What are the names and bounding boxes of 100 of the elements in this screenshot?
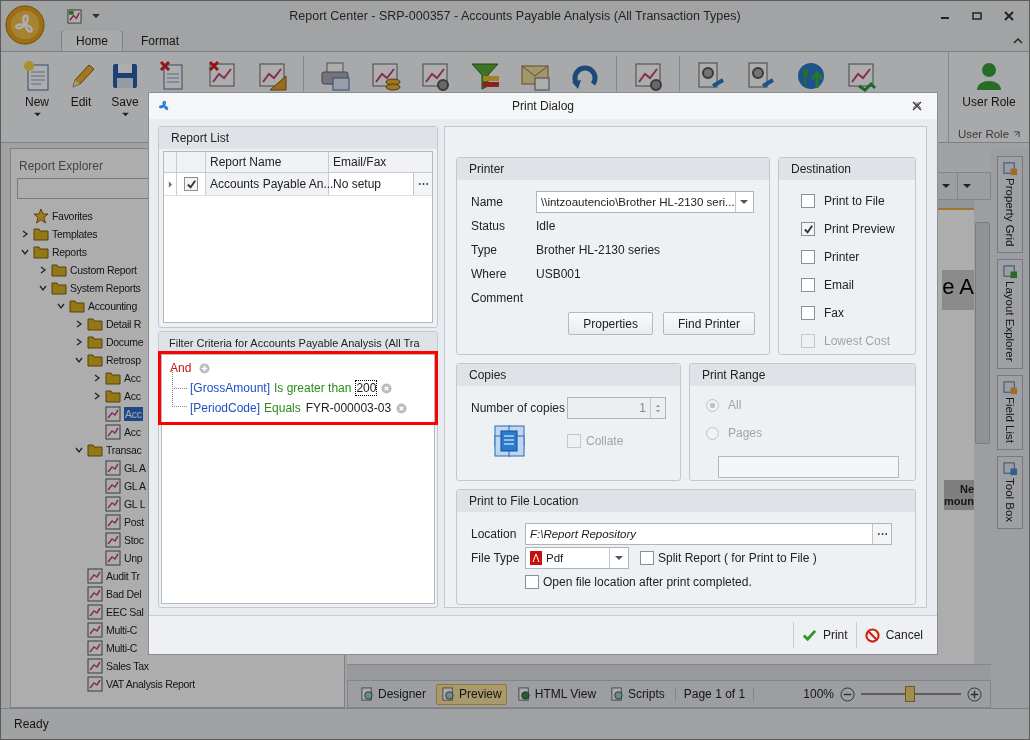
tree-item[interactable]: GL A xyxy=(124,461,146,475)
checkbox[interactable] xyxy=(801,250,815,264)
tree-item[interactable]: Custom Report xyxy=(70,263,137,277)
tree-item[interactable]: Templates xyxy=(52,227,98,241)
printer-icon[interactable] xyxy=(319,60,351,92)
tree-item[interactable]: Docume xyxy=(106,335,144,349)
tree-item[interactable]: Acc xyxy=(124,407,143,421)
zoom-out-icon[interactable] xyxy=(840,686,855,702)
tree-item[interactable]: Accounting xyxy=(88,299,137,313)
close-icon[interactable] xyxy=(911,100,923,112)
field-value: Idle xyxy=(536,219,556,233)
dialog-action-button[interactable]: Cancel xyxy=(855,622,931,648)
chart-arrow-icon[interactable] xyxy=(845,60,877,92)
checkbox[interactable] xyxy=(640,551,654,565)
file-type-dropdown[interactable]: Pdf xyxy=(525,547,629,569)
tree-item[interactable]: Acc xyxy=(124,425,141,439)
chevron-down-icon[interactable] xyxy=(38,283,48,293)
filter-icon[interactable] xyxy=(469,60,501,92)
ribbon-button[interactable]: New xyxy=(15,52,59,117)
chevron-down-icon[interactable] xyxy=(74,355,84,365)
tree-item[interactable]: Retrosp xyxy=(106,353,141,367)
filter-operator[interactable]: Is greater than xyxy=(274,381,352,395)
chevron-right-icon[interactable] xyxy=(38,265,48,275)
pages-input-field[interactable] xyxy=(718,456,899,478)
chart-gear-icon[interactable] xyxy=(419,60,451,92)
chart-icon[interactable] xyxy=(67,8,82,24)
checkbox[interactable] xyxy=(184,177,198,191)
close-icon[interactable] xyxy=(1003,10,1015,22)
scrollbar[interactable] xyxy=(347,664,991,680)
tree-item[interactable]: Post xyxy=(124,515,144,529)
tree-item[interactable]: Favorites xyxy=(52,209,93,223)
ribbon-button[interactable]: Save xyxy=(103,52,147,117)
filter-value[interactable]: FYR-000003-03 xyxy=(304,400,393,416)
filter-field[interactable]: [GrossAmount] xyxy=(190,381,271,395)
tree-item[interactable]: GL L xyxy=(124,497,146,511)
chart-coins-icon[interactable] xyxy=(369,60,401,92)
dock-tab[interactable]: Tool Box xyxy=(997,455,1023,530)
tree-item[interactable]: GL A xyxy=(124,479,146,493)
chevron-right-icon[interactable] xyxy=(74,319,84,329)
checkbox[interactable] xyxy=(801,194,815,208)
chevron-right-icon[interactable] xyxy=(92,373,102,383)
checkbox[interactable] xyxy=(801,278,815,292)
slider-thumb[interactable] xyxy=(905,686,915,702)
tree-item[interactable]: Multi-C xyxy=(106,641,138,655)
tree-item[interactable]: EEC Sal xyxy=(106,605,144,619)
caret-icon xyxy=(33,112,41,117)
tree-item[interactable]: Detail R xyxy=(106,317,141,331)
dialog-launcher-icon[interactable] xyxy=(1013,130,1021,138)
scroll-thumb[interactable] xyxy=(975,222,990,444)
tree-item[interactable]: Unp xyxy=(124,551,143,565)
globe-icon[interactable] xyxy=(795,60,827,92)
view-mode-button[interactable]: HTML View xyxy=(512,684,601,704)
view-mode-button[interactable]: Designer xyxy=(356,684,431,704)
tree-item[interactable]: Acc xyxy=(124,389,141,403)
ribbon-tab[interactable]: Home xyxy=(61,30,123,51)
chart-gear-icon[interactable] xyxy=(632,60,664,92)
filter-operator[interactable]: Equals xyxy=(264,401,301,415)
dialog-action-button[interactable]: Print xyxy=(792,622,856,648)
chevron-down-icon[interactable] xyxy=(56,301,66,311)
dialog-button[interactable]: Properties xyxy=(568,312,653,335)
tree-item[interactable]: Transac xyxy=(106,443,142,457)
tree-item[interactable]: Stoc xyxy=(124,533,144,547)
caret-icon[interactable] xyxy=(92,13,100,19)
chevron-right-icon[interactable] xyxy=(20,229,30,239)
restore-icon[interactable] xyxy=(971,10,983,22)
location-field[interactable]: F:\Report Repository xyxy=(525,523,892,545)
chevron-right-icon[interactable] xyxy=(74,337,84,347)
browse-button[interactable] xyxy=(413,173,432,195)
dialog-button[interactable]: Find Printer xyxy=(662,312,755,335)
view-mode-button[interactable]: Scripts xyxy=(606,684,669,704)
tree-item[interactable]: Reports xyxy=(52,245,87,259)
filter-field[interactable]: [PeriodCode] xyxy=(190,401,261,415)
chevron-down-icon[interactable] xyxy=(20,247,30,257)
checkbox[interactable] xyxy=(801,306,815,320)
collapse-icon[interactable] xyxy=(1013,37,1023,45)
ribbon-tab[interactable]: Format xyxy=(127,31,194,51)
tree-item[interactable]: Acc xyxy=(124,371,141,385)
checkbox[interactable] xyxy=(525,575,539,589)
checkbox[interactable] xyxy=(801,222,815,236)
tree-item[interactable]: System Reports xyxy=(70,281,141,295)
tree-item[interactable]: Bad Del xyxy=(106,587,142,601)
browse-button[interactable] xyxy=(872,524,891,544)
user-role-button[interactable]: User Role xyxy=(954,52,1024,109)
tree-item[interactable]: Multi-C xyxy=(106,623,138,637)
tree-item[interactable]: VAT Analysis Report xyxy=(106,677,195,691)
ribbon-button[interactable]: Edit xyxy=(59,52,103,109)
scrollbar[interactable] xyxy=(974,200,991,664)
chevron-right-icon[interactable] xyxy=(92,391,102,401)
view-mode-button[interactable]: Preview xyxy=(436,683,507,705)
dock-tab[interactable]: Property Grid xyxy=(997,156,1023,254)
filter-group-operator[interactable]: And xyxy=(170,361,192,375)
filter-value[interactable]: 200 xyxy=(355,380,378,396)
chevron-down-icon[interactable] xyxy=(74,445,84,455)
dock-tab[interactable]: Field List xyxy=(997,374,1023,450)
tree-item[interactable]: Sales Tax xyxy=(106,659,149,673)
dock-tab[interactable]: Layout Explorer xyxy=(997,259,1023,369)
zoom-in-icon[interactable] xyxy=(967,686,982,702)
printer-dropdown[interactable]: \\intzoautencio\Brother HL-2130 seri... xyxy=(536,191,754,213)
tree-item[interactable]: Audit Tr xyxy=(106,569,140,583)
chart-triangle-icon[interactable] xyxy=(256,60,288,92)
